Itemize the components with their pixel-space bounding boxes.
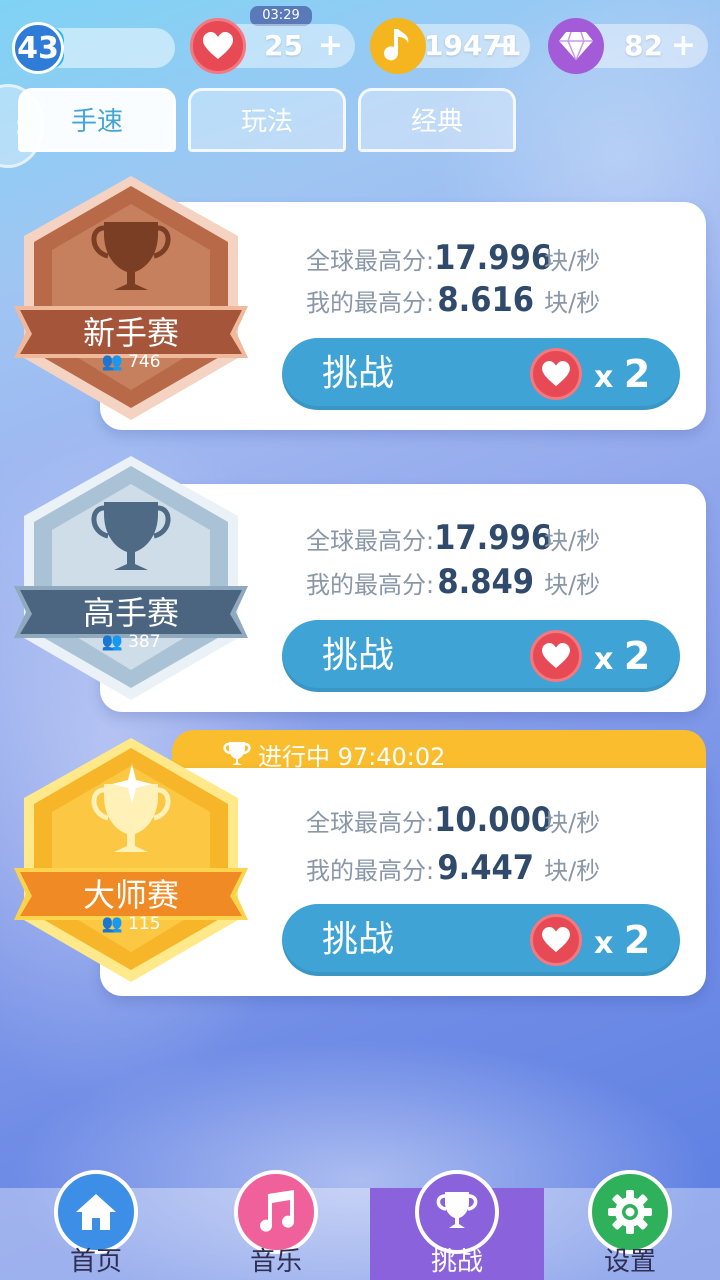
my-best-row: 我的最高分:8.616 块/秒 bbox=[306, 280, 600, 320]
cost-prefix: x bbox=[594, 642, 614, 677]
heart-refill-timer: 03:29 bbox=[250, 6, 312, 26]
music-note-icon bbox=[370, 18, 426, 74]
diamonds-value: 82 bbox=[624, 29, 663, 62]
competition-title: 大师赛 bbox=[82, 876, 179, 914]
score-unit: 块/秒 bbox=[544, 289, 601, 317]
advanced-badge: 高手赛 👥 387 bbox=[14, 452, 248, 712]
challenge-button-advanced[interactable]: 挑战 x 2 bbox=[282, 620, 680, 692]
global-best-row: 全球最高分:10.000块/秒 bbox=[306, 800, 600, 840]
heart-cost: x 2 bbox=[594, 338, 650, 414]
score-unit: 块/秒 bbox=[544, 247, 601, 275]
global-best-label: 全球最高分: bbox=[306, 247, 435, 275]
my-best-label: 我的最高分: bbox=[306, 857, 435, 885]
challenge-button-master[interactable]: 挑战 x 2 bbox=[282, 904, 680, 976]
beginner-badge: 新手赛 👥 746 bbox=[14, 172, 248, 432]
score-unit: 块/秒 bbox=[544, 809, 601, 837]
nav-settings-label: 设置 bbox=[603, 1247, 656, 1277]
player-count: 👥 387 bbox=[14, 632, 248, 652]
cost-value: 2 bbox=[623, 634, 651, 678]
challenge-label: 挑战 bbox=[322, 353, 395, 394]
gold-hexagon-badge bbox=[14, 738, 248, 982]
nav-home-label: 首页 bbox=[69, 1247, 122, 1277]
cost-value: 2 bbox=[623, 352, 651, 396]
heart-icon bbox=[530, 348, 582, 400]
heart-icon bbox=[530, 630, 582, 682]
heart-cost: x 2 bbox=[594, 620, 650, 696]
tab-gameplay[interactable]: 玩法 bbox=[188, 88, 346, 152]
nav-challenge[interactable]: 挑战 bbox=[370, 1170, 544, 1280]
cost-value: 2 bbox=[623, 918, 651, 962]
global-best-score: 10.000 bbox=[434, 800, 553, 840]
my-best-row: 我的最高分:9.447 块/秒 bbox=[306, 848, 600, 888]
global-best-score: 17.996 bbox=[434, 238, 553, 278]
score-unit: 块/秒 bbox=[544, 527, 601, 555]
master-badge: 大师赛 👥 115 bbox=[14, 734, 248, 994]
competition-title: 高手赛 bbox=[82, 594, 179, 632]
status-bar: 43 03:29 25 + 19471 + 82 + bbox=[0, 0, 720, 80]
my-best-score: 8.616 bbox=[437, 280, 535, 320]
my-best-row: 我的最高分:8.849 块/秒 bbox=[306, 562, 600, 602]
people-icon: 👥 bbox=[101, 914, 123, 934]
player-count-value: 387 bbox=[128, 632, 161, 652]
diamond-icon bbox=[548, 18, 604, 74]
hearts-value: 25 bbox=[264, 29, 303, 62]
cost-prefix: x bbox=[594, 926, 614, 961]
category-tabs: 手速 玩法 经典 bbox=[0, 88, 720, 158]
tab-classic[interactable]: 经典 bbox=[358, 88, 516, 152]
challenge-label: 挑战 bbox=[322, 635, 395, 676]
player-count-value: 746 bbox=[128, 352, 161, 372]
people-icon: 👥 bbox=[101, 632, 123, 652]
global-best-label: 全球最高分: bbox=[306, 809, 435, 837]
score-unit: 块/秒 bbox=[544, 571, 601, 599]
player-count: 👥 746 bbox=[14, 352, 248, 372]
global-best-row: 全球最高分:17.996块/秒 bbox=[306, 238, 600, 278]
heart-cost: x 2 bbox=[594, 904, 650, 980]
global-best-score: 17.996 bbox=[434, 518, 553, 558]
nav-challenge-label: 挑战 bbox=[430, 1247, 483, 1277]
challenge-button-beginner[interactable]: 挑战 x 2 bbox=[282, 338, 680, 410]
competition-title: 新手赛 bbox=[82, 314, 179, 352]
nav-home[interactable]: 首页 bbox=[6, 1170, 186, 1280]
add-diamonds-button[interactable]: + bbox=[671, 24, 696, 68]
cost-prefix: x bbox=[594, 360, 614, 395]
people-icon: 👥 bbox=[101, 352, 123, 372]
silver-hexagon-badge bbox=[14, 456, 248, 700]
my-best-label: 我的最高分: bbox=[306, 289, 435, 317]
global-best-row: 全球最高分:17.996块/秒 bbox=[306, 518, 600, 558]
heart-icon bbox=[530, 914, 582, 966]
chevron-right-icon: › bbox=[14, 109, 27, 144]
add-notes-button[interactable]: + bbox=[493, 24, 518, 68]
nav-settings[interactable]: 设置 bbox=[540, 1170, 720, 1280]
nav-music[interactable]: 音乐 bbox=[186, 1170, 366, 1280]
global-best-label: 全球最高分: bbox=[306, 527, 435, 555]
score-unit: 块/秒 bbox=[544, 857, 601, 885]
challenge-label: 挑战 bbox=[322, 919, 395, 960]
level-badge[interactable]: 43 bbox=[12, 22, 64, 74]
player-count: 👥 115 bbox=[14, 914, 248, 934]
nav-music-label: 音乐 bbox=[249, 1247, 302, 1277]
heart-icon bbox=[190, 18, 246, 74]
my-best-label: 我的最高分: bbox=[306, 571, 435, 599]
bronze-hexagon-badge bbox=[14, 176, 248, 420]
add-hearts-button[interactable]: + bbox=[318, 24, 343, 68]
player-count-value: 115 bbox=[128, 914, 161, 934]
my-best-score: 9.447 bbox=[437, 848, 535, 888]
my-best-score: 8.849 bbox=[437, 562, 535, 602]
